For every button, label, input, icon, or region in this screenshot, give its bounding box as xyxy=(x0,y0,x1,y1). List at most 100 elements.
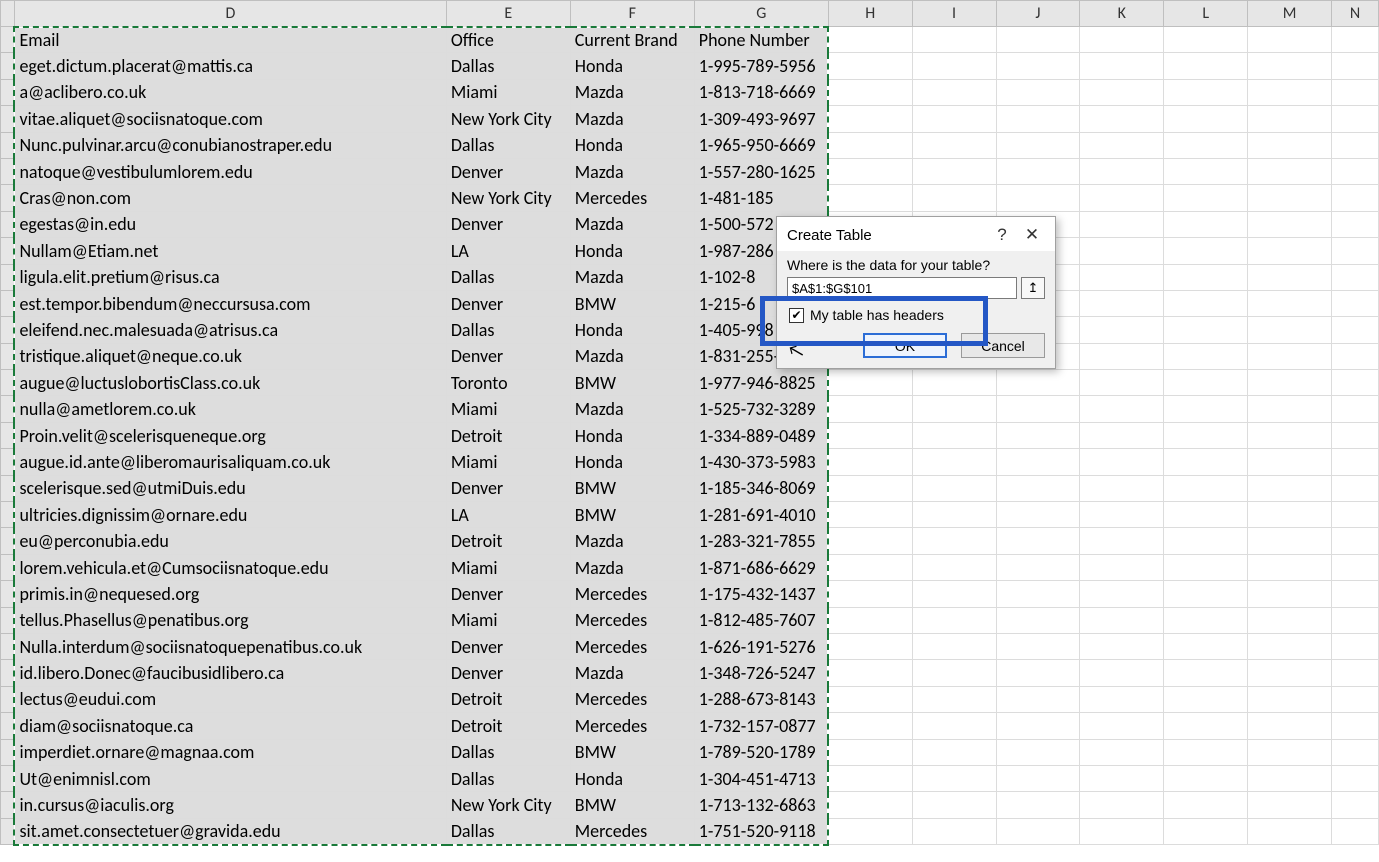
cell[interactable] xyxy=(1164,660,1248,686)
cell[interactable] xyxy=(1332,79,1379,105)
cell[interactable] xyxy=(828,554,912,580)
cell[interactable] xyxy=(1332,633,1379,659)
cell[interactable]: Dallas xyxy=(446,317,570,343)
cell[interactable] xyxy=(912,633,996,659)
cell[interactable]: Honda xyxy=(570,317,694,343)
cell[interactable] xyxy=(912,502,996,528)
cell[interactable] xyxy=(912,660,996,686)
cell[interactable]: Cras@non.com xyxy=(14,185,446,211)
cell[interactable] xyxy=(1248,502,1332,528)
cell[interactable]: Dallas xyxy=(446,53,570,79)
cell[interactable]: Honda xyxy=(570,449,694,475)
cell[interactable] xyxy=(1248,79,1332,105)
cell[interactable]: 1-525-732-3289 xyxy=(694,396,828,422)
cell[interactable] xyxy=(996,396,1080,422)
cell[interactable] xyxy=(1248,211,1332,237)
cell[interactable] xyxy=(1332,370,1379,396)
column-header[interactable]: G xyxy=(694,1,828,27)
cell[interactable]: id.libero.Donec@faucibusidlibero.ca xyxy=(14,660,446,686)
row-number[interactable] xyxy=(1,132,15,158)
cell[interactable]: 1-871-686-6629 xyxy=(694,554,828,580)
column-header[interactable]: H xyxy=(828,1,912,27)
cell[interactable] xyxy=(1248,765,1332,791)
cell[interactable]: Email xyxy=(14,27,446,53)
cell[interactable] xyxy=(1080,449,1164,475)
cell[interactable] xyxy=(912,370,996,396)
cell[interactable] xyxy=(828,449,912,475)
cell[interactable]: Mazda xyxy=(570,528,694,554)
cell[interactable]: LA xyxy=(446,238,570,264)
cell[interactable]: Detroit xyxy=(446,528,570,554)
cell[interactable] xyxy=(996,633,1080,659)
column-header[interactable]: I xyxy=(912,1,996,27)
cell[interactable] xyxy=(828,581,912,607)
row-number[interactable] xyxy=(1,53,15,79)
cell[interactable]: Mazda xyxy=(570,396,694,422)
cell[interactable] xyxy=(1164,422,1248,448)
cell[interactable]: 1-965-950-6669 xyxy=(694,132,828,158)
cell[interactable] xyxy=(828,607,912,633)
cell[interactable] xyxy=(1248,238,1332,264)
cell[interactable] xyxy=(1080,422,1164,448)
cell[interactable]: Mazda xyxy=(570,158,694,184)
ok-button[interactable]: OK xyxy=(863,333,947,358)
cell[interactable] xyxy=(1332,317,1379,343)
cell[interactable] xyxy=(828,660,912,686)
cell[interactable] xyxy=(1164,475,1248,501)
cell[interactable] xyxy=(1332,502,1379,528)
range-input[interactable] xyxy=(787,277,1017,299)
cell[interactable]: Dallas xyxy=(446,132,570,158)
cell[interactable]: BMW xyxy=(570,792,694,818)
cell[interactable] xyxy=(1332,343,1379,369)
cell[interactable]: Phone Number xyxy=(694,27,828,53)
cell[interactable]: scelerisque.sed@utmiDuis.edu xyxy=(14,475,446,501)
row-number[interactable] xyxy=(1,660,15,686)
cell[interactable] xyxy=(912,396,996,422)
cell[interactable] xyxy=(912,475,996,501)
column-header[interactable]: K xyxy=(1080,1,1164,27)
cell[interactable] xyxy=(1248,185,1332,211)
cell[interactable] xyxy=(1164,79,1248,105)
cell[interactable]: Honda xyxy=(570,53,694,79)
cell[interactable] xyxy=(1332,792,1379,818)
cell[interactable]: 1-309-493-9697 xyxy=(694,106,828,132)
row-number[interactable] xyxy=(1,713,15,739)
row-number[interactable] xyxy=(1,238,15,264)
cell[interactable] xyxy=(1332,449,1379,475)
cell[interactable] xyxy=(1248,686,1332,712)
cell[interactable] xyxy=(1164,449,1248,475)
column-header[interactable]: E xyxy=(446,1,570,27)
cell[interactable]: BMW xyxy=(570,290,694,316)
cell[interactable]: Nullam@Etiam.net xyxy=(14,238,446,264)
cell[interactable] xyxy=(996,449,1080,475)
cell[interactable]: nulla@ametlorem.co.uk xyxy=(14,396,446,422)
cell[interactable] xyxy=(1248,713,1332,739)
column-header[interactable]: L xyxy=(1164,1,1248,27)
cell[interactable] xyxy=(912,79,996,105)
cell[interactable] xyxy=(1248,818,1332,844)
cell[interactable] xyxy=(828,818,912,844)
cell[interactable] xyxy=(912,554,996,580)
cell[interactable]: BMW xyxy=(570,370,694,396)
cell[interactable]: Honda xyxy=(570,238,694,264)
cell[interactable] xyxy=(1164,211,1248,237)
cell[interactable]: tellus.Phasellus@penatibus.org xyxy=(14,607,446,633)
cell[interactable]: LA xyxy=(446,502,570,528)
cell[interactable] xyxy=(1332,475,1379,501)
cell[interactable] xyxy=(1164,132,1248,158)
cell[interactable] xyxy=(1080,818,1164,844)
cell[interactable] xyxy=(1080,106,1164,132)
cell[interactable]: Miami xyxy=(446,396,570,422)
cell[interactable]: est.tempor.bibendum@neccursusa.com xyxy=(14,290,446,316)
cell[interactable]: Denver xyxy=(446,158,570,184)
cell[interactable] xyxy=(1248,581,1332,607)
cell[interactable] xyxy=(1080,660,1164,686)
cell[interactable] xyxy=(828,502,912,528)
cell[interactable] xyxy=(1248,633,1332,659)
cell[interactable] xyxy=(996,607,1080,633)
cell[interactable] xyxy=(912,713,996,739)
cell[interactable] xyxy=(1164,765,1248,791)
cell[interactable]: Honda xyxy=(570,422,694,448)
cell[interactable] xyxy=(912,607,996,633)
cell[interactable]: imperdiet.ornare@magnaa.com xyxy=(14,739,446,765)
